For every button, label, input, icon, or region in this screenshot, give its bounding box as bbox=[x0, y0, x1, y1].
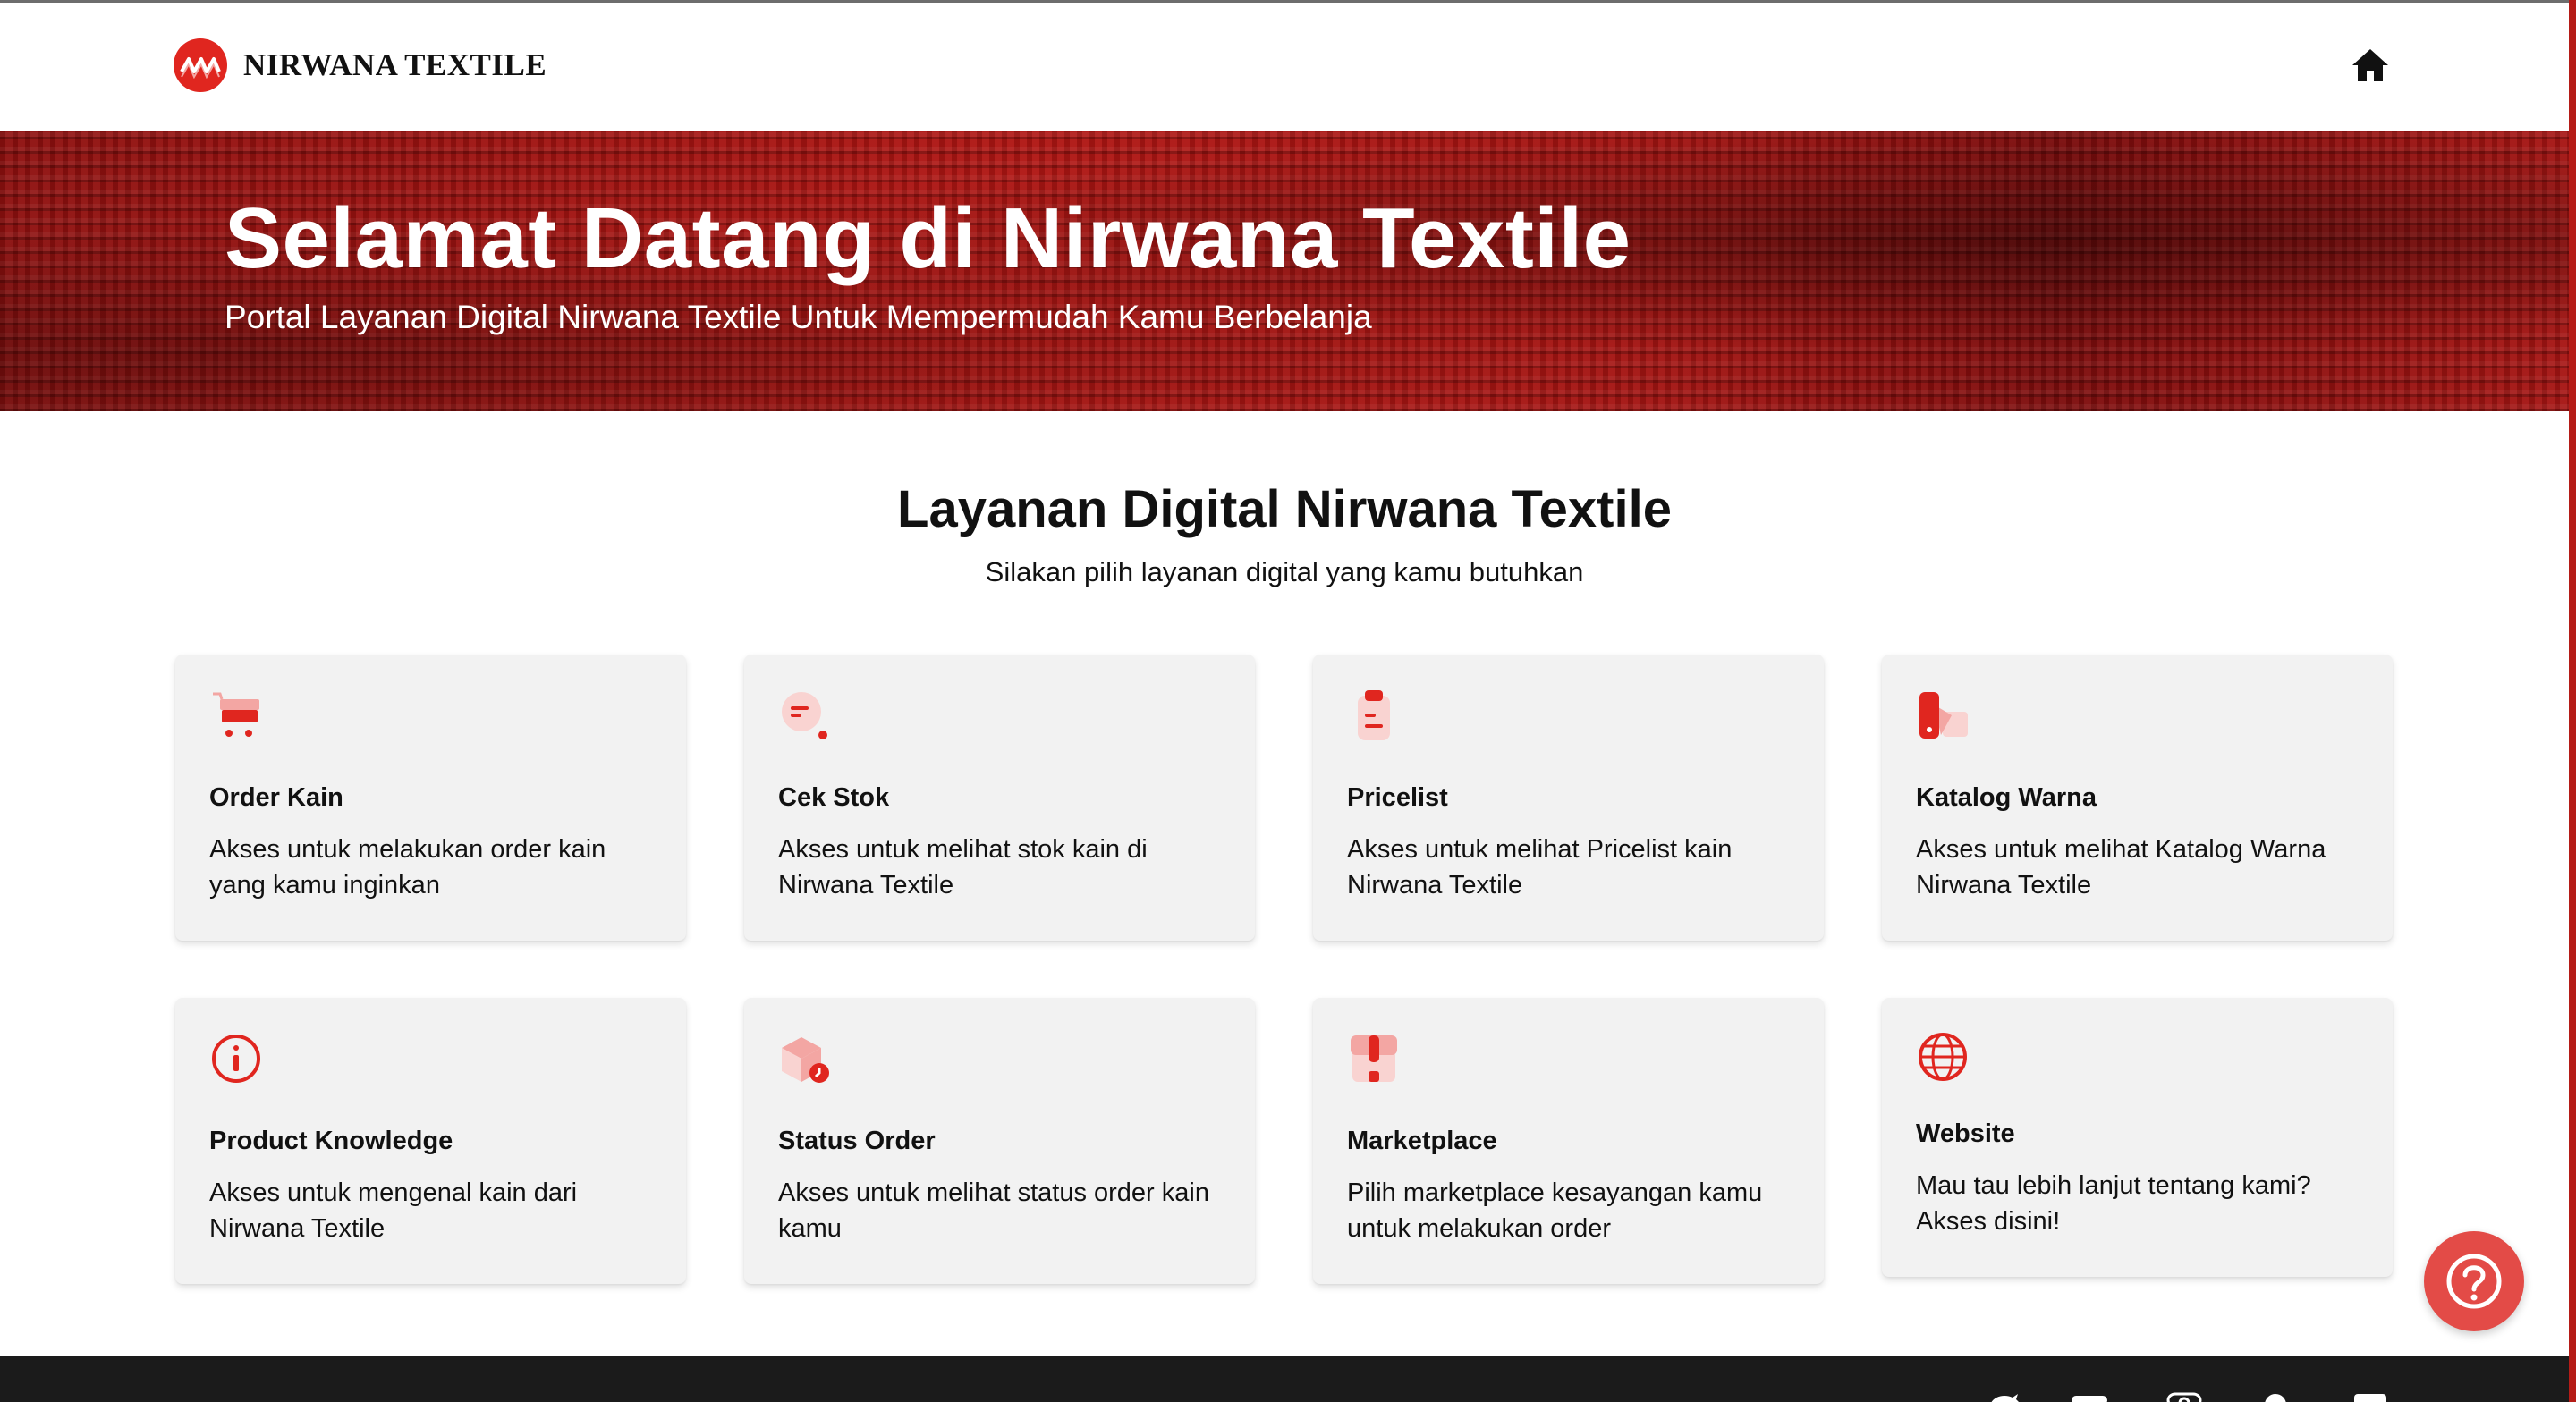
pricelist-icon bbox=[1347, 688, 1401, 742]
card-desc: Akses untuk melihat stok kain di Nirwana… bbox=[778, 835, 1148, 899]
youtube-icon[interactable] bbox=[2072, 1391, 2107, 1402]
card-pricelist[interactable]: Pricelist Akses untuk melihat Pricelist … bbox=[1313, 655, 1824, 941]
hero-title: Selamat Datang di Nirwana Textile bbox=[225, 190, 1631, 286]
hero-banner: Selamat Datang di Nirwana Textile Portal… bbox=[0, 131, 2569, 411]
card-desc: Pilih marketplace kesayangan kamu untuk … bbox=[1347, 1178, 1763, 1243]
section-subtitle: Silakan pilih layanan digital yang kamu … bbox=[985, 556, 1584, 587]
card-order-kain[interactable]: Order Kain Akses untuk melakukan order k… bbox=[175, 655, 686, 941]
hero-subtitle: Portal Layanan Digital Nirwana Textile U… bbox=[225, 299, 1372, 335]
card-website[interactable]: Website Mau tau lebih lanjut tentang kam… bbox=[1882, 998, 2393, 1277]
instagram-icon[interactable] bbox=[2166, 1391, 2202, 1402]
brand-name: NIRWANA TEXTILE bbox=[243, 47, 547, 82]
globe-icon bbox=[1916, 1030, 1970, 1084]
card-title: Website bbox=[1916, 1119, 2015, 1148]
card-title: Status Order bbox=[778, 1127, 936, 1155]
section-title: Layanan Digital Nirwana Textile bbox=[897, 480, 1672, 538]
card-product-knowledge[interactable]: Product Knowledge Akses untuk mengenal k… bbox=[175, 998, 686, 1284]
package-status-icon bbox=[778, 1032, 832, 1085]
card-marketplace[interactable]: Marketplace Pilih marketplace kesayangan… bbox=[1313, 998, 1824, 1284]
home-button[interactable] bbox=[2351, 46, 2390, 85]
info-icon bbox=[209, 1032, 263, 1085]
card-desc: Akses untuk melakukan order kain yang ka… bbox=[209, 835, 606, 899]
search-stock-icon bbox=[778, 688, 832, 742]
color-swatch-icon bbox=[1916, 688, 1970, 742]
card-desc: Akses untuk melihat Katalog Warna Nirwan… bbox=[1916, 835, 2326, 899]
footer bbox=[0, 1356, 2569, 1402]
card-desc: Mau tau lebih lanjut tentang kami? Akses… bbox=[1916, 1171, 2311, 1236]
store-icon bbox=[1347, 1032, 1401, 1085]
navbar: NIRWANA TEXTILE bbox=[0, 3, 2569, 131]
card-title: Katalog Warna bbox=[1916, 783, 2097, 812]
card-desc: Akses untuk melihat status order kain ka… bbox=[778, 1178, 1209, 1243]
card-title: Pricelist bbox=[1347, 783, 1448, 812]
pinterest-icon[interactable] bbox=[2258, 1391, 2293, 1402]
card-desc: Akses untuk mengenal kain dari Nirwana T… bbox=[209, 1178, 578, 1243]
card-status-order[interactable]: Status Order Akses untuk melihat status … bbox=[744, 998, 1255, 1284]
facebook-icon[interactable] bbox=[2352, 1391, 2388, 1402]
logo-mark-icon bbox=[174, 38, 227, 92]
card-cek-stok[interactable]: Cek Stok Akses untuk melihat stok kain d… bbox=[744, 655, 1255, 941]
card-desc: Akses untuk melihat Pricelist kain Nirwa… bbox=[1347, 835, 1733, 899]
twitter-icon[interactable] bbox=[1987, 1391, 2023, 1402]
card-title: Marketplace bbox=[1347, 1127, 1497, 1155]
card-title: Order Kain bbox=[209, 783, 343, 812]
card-title: Cek Stok bbox=[778, 783, 890, 812]
scrollbar[interactable] bbox=[2569, 0, 2576, 1402]
brand-logo[interactable]: NIRWANA TEXTILE bbox=[174, 38, 547, 92]
help-icon bbox=[2446, 1254, 2502, 1309]
cart-icon bbox=[209, 688, 263, 742]
home-icon bbox=[2352, 49, 2388, 81]
help-button[interactable] bbox=[2424, 1231, 2524, 1331]
card-title: Product Knowledge bbox=[209, 1127, 453, 1155]
card-katalog-warna[interactable]: Katalog Warna Akses untuk melihat Katalo… bbox=[1882, 655, 2393, 941]
